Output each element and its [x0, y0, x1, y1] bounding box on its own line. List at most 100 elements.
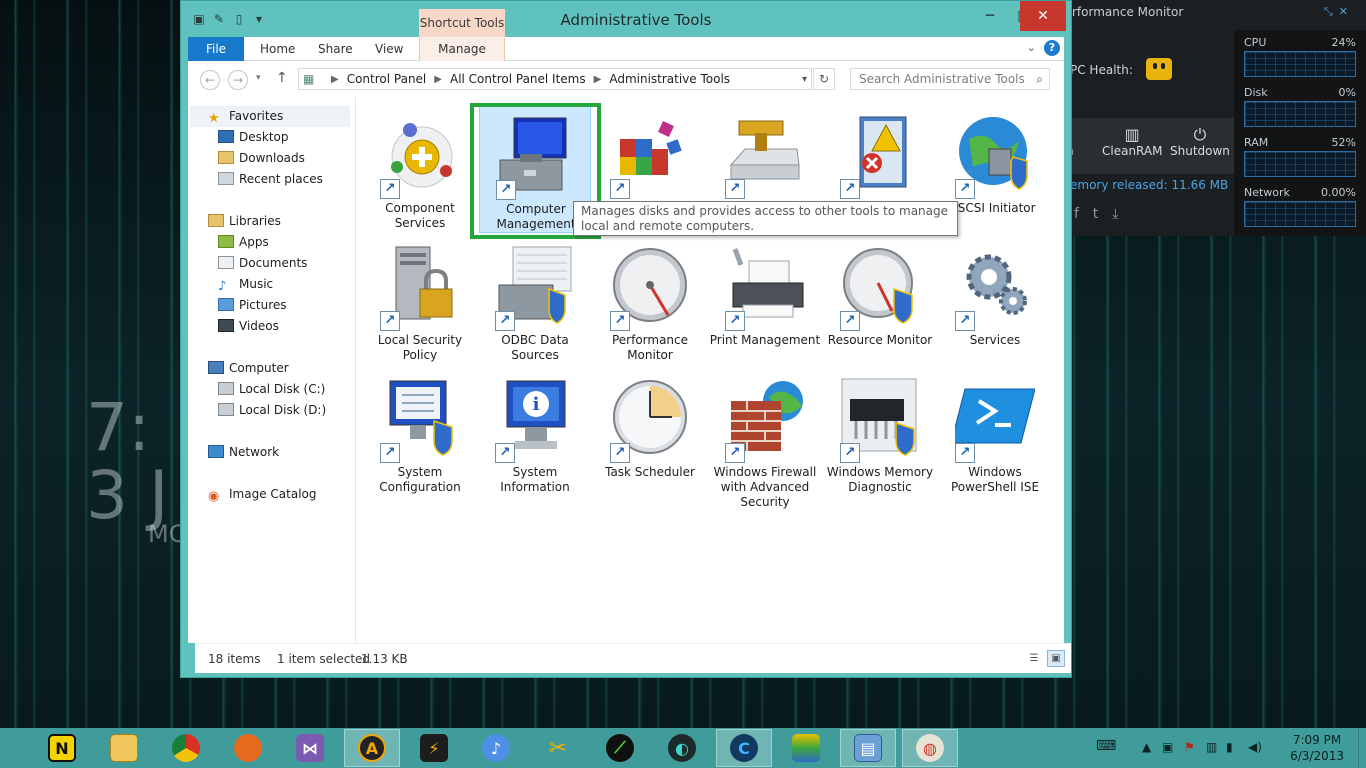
- nav-computer[interactable]: Computer: [208, 361, 289, 375]
- file-performance-monitor[interactable]: ↗ Performance Monitor: [594, 237, 706, 365]
- nav-image-catalog[interactable]: ◉ Image Catalog: [208, 487, 316, 503]
- nav-desktop[interactable]: Desktop: [218, 130, 289, 144]
- nav-local-disk-c[interactable]: Local Disk (C:): [218, 382, 325, 396]
- file-system-configuration[interactable]: ↗ System Configuration: [364, 369, 476, 497]
- videos-icon: [218, 319, 234, 332]
- facebook-icon[interactable]: f: [1074, 206, 1093, 222]
- tray-monitor-icon[interactable]: ▣: [1162, 740, 1173, 754]
- tray-device-icon[interactable]: ▥: [1206, 740, 1217, 754]
- file-label: Task Scheduler: [605, 465, 695, 479]
- expand-ribbon-chevron-icon[interactable]: ⌄: [1027, 41, 1036, 54]
- nav-libraries[interactable]: Libraries: [208, 214, 281, 228]
- taskbar-app-visual-studio[interactable]: ⋈: [282, 729, 338, 767]
- taskbar-app-administrative-tools[interactable]: ▤: [840, 729, 896, 767]
- twitter-icon[interactable]: t: [1093, 206, 1113, 222]
- power-icon: ⏻: [1193, 125, 1207, 144]
- large-icons-view-icon[interactable]: ▣: [1047, 650, 1065, 667]
- clean-ram-button[interactable]: ▥ CleanRAM: [1102, 126, 1162, 159]
- file-resource-monitor[interactable]: ↗ Resource Monitor: [824, 237, 936, 365]
- file-system-information[interactable]: i ↗ System Information: [479, 369, 591, 497]
- download-icon[interactable]: ⤓: [1112, 206, 1132, 222]
- close-icon[interactable]: ✕: [1339, 5, 1354, 18]
- taskbar-app-file-explorer[interactable]: [96, 729, 152, 767]
- taskbar-app-chrome[interactable]: [158, 729, 214, 767]
- taskbar-app-norton[interactable]: N: [34, 729, 90, 767]
- taskbar-app-cyberlink[interactable]: ◐: [654, 729, 710, 767]
- file-windows-powershell-ise[interactable]: ↗ Windows PowerShell ISE: [939, 369, 1051, 497]
- desktop-icon: [218, 130, 234, 143]
- taskbar-app-razer[interactable]: ⟋: [592, 729, 648, 767]
- breadcrumb-separator[interactable]: ▶: [331, 74, 339, 85]
- nav-network[interactable]: Network: [208, 445, 279, 459]
- action-center-flag-icon[interactable]: ⚑: [1184, 740, 1195, 754]
- tab-home[interactable]: Home: [246, 37, 309, 61]
- search-input[interactable]: Search Administrative Tools ⌕: [850, 68, 1050, 90]
- search-icon[interactable]: ⌕: [1036, 69, 1043, 89]
- show-desktop-button[interactable]: [1358, 728, 1366, 768]
- file-component-services[interactable]: ↗ Component Services: [364, 105, 476, 233]
- breadcrumb-admin-tools[interactable]: Administrative Tools: [609, 72, 730, 86]
- taskbar-app-tool-kit[interactable]: ✂: [530, 729, 586, 767]
- drive-c-icon: [218, 382, 234, 395]
- collapse-icon[interactable]: ⤡: [1324, 5, 1339, 18]
- touch-keyboard-icon[interactable]: ⌨: [1096, 738, 1116, 754]
- nav-documents[interactable]: Documents: [218, 256, 307, 270]
- nav-videos[interactable]: Videos: [218, 319, 279, 333]
- gadget-window-controls[interactable]: ⤡✕: [1324, 5, 1354, 19]
- back-button[interactable]: ←: [200, 70, 220, 90]
- recent-locations-chevron-icon[interactable]: ▾: [256, 73, 261, 83]
- file-print-management[interactable]: ↗ Print Management: [709, 237, 821, 365]
- taskbar-clock[interactable]: 7:09 PM 6/3/2013: [1290, 732, 1344, 764]
- file-windows-memory-diagnostic[interactable]: ↗ Windows Memory Diagnostic: [824, 369, 936, 497]
- file-task-scheduler[interactable]: ↗ Task Scheduler: [594, 369, 706, 497]
- file-label: Resource Monitor: [827, 333, 933, 347]
- tab-file[interactable]: File: [188, 37, 244, 61]
- gadget-social-links[interactable]: ft⤓: [1074, 206, 1132, 222]
- taskbar-app-itunes[interactable]: ♪: [468, 729, 524, 767]
- details-view-icon[interactable]: ☰: [1025, 650, 1043, 667]
- help-icon[interactable]: ?: [1044, 40, 1060, 56]
- tooltip: Manages disks and provides access to oth…: [573, 201, 958, 236]
- tab-view[interactable]: View: [361, 37, 417, 61]
- nav-music[interactable]: ♪ Music: [218, 277, 273, 293]
- breadcrumb-separator[interactable]: ▶: [434, 74, 442, 85]
- taskbar-app-ccleaner[interactable]: C: [716, 729, 772, 767]
- nav-downloads[interactable]: Downloads: [218, 151, 305, 165]
- tab-share[interactable]: Share: [304, 37, 367, 61]
- breadcrumb-control-panel[interactable]: Control Panel: [347, 72, 427, 86]
- breadcrumb[interactable]: ▦ ▶ Control Panel ▶ All Control Panel It…: [298, 68, 812, 90]
- network-signal-icon[interactable]: ▮: [1226, 740, 1233, 754]
- minimize-button[interactable]: ─: [973, 1, 1007, 31]
- tab-manage[interactable]: Manage: [419, 37, 505, 61]
- recent-places-icon: [218, 172, 234, 185]
- file-label: Local Security Policy: [377, 333, 463, 362]
- up-button[interactable]: ↑: [276, 70, 288, 86]
- forward-button[interactable]: →: [228, 70, 248, 90]
- file-windows-firewall[interactable]: ↗ Windows Firewall with Advanced Securit…: [709, 369, 821, 509]
- desktop-clock-widget: 7: 3 J MC: [86, 392, 185, 549]
- show-hidden-icons-chevron-icon[interactable]: ▲: [1142, 740, 1151, 754]
- refresh-button[interactable]: ↻: [813, 68, 835, 90]
- speaker-volume-icon[interactable]: ◀): [1248, 740, 1262, 754]
- title-bar[interactable]: ▣ ✎ ▯ ▾ Shortcut Tools Administrative To…: [181, 1, 1071, 37]
- close-button[interactable]: ✕: [1020, 1, 1066, 31]
- nav-apps[interactable]: Apps: [218, 235, 269, 249]
- address-dropdown-chevron-icon[interactable]: ▾: [802, 74, 807, 85]
- shortcut-arrow-icon: ↗: [380, 311, 400, 331]
- taskbar-app-bluestacks[interactable]: [778, 729, 834, 767]
- nav-favorites[interactable]: ★ Favorites: [190, 106, 350, 127]
- breadcrumb-separator[interactable]: ▶: [594, 74, 602, 85]
- nav-pictures[interactable]: Pictures: [218, 298, 287, 312]
- file-local-security-policy[interactable]: ↗ Local Security Policy: [364, 237, 476, 365]
- nav-local-disk-d[interactable]: Local Disk (D:): [218, 403, 326, 417]
- file-services[interactable]: ↗ Services: [939, 237, 1051, 365]
- taskbar-app-paint[interactable]: ◍: [902, 729, 958, 767]
- navigation-pane: ★ Favorites Desktop Downloads Recent plac…: [188, 97, 356, 643]
- taskbar-app-aimp[interactable]: A: [344, 729, 400, 767]
- taskbar-app-winamp[interactable]: ⚡: [406, 729, 462, 767]
- breadcrumb-all-items[interactable]: All Control Panel Items: [450, 72, 586, 86]
- shutdown-button[interactable]: ⏻ Shutdown: [1170, 125, 1230, 159]
- nav-recent-places[interactable]: Recent places: [218, 172, 323, 186]
- taskbar-app-firefox[interactable]: [220, 729, 276, 767]
- file-odbc-data-sources[interactable]: ↗ ODBC Data Sources: [479, 237, 591, 365]
